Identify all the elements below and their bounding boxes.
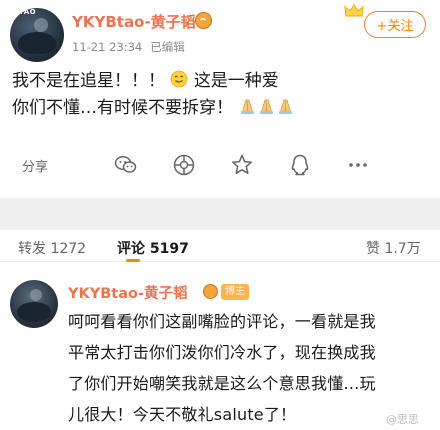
comment-avatar[interactable] — [10, 280, 58, 328]
moments-icon[interactable] — [172, 153, 196, 177]
author-name[interactable]: YKYBtao-黄子韬 — [72, 11, 196, 32]
comment-body: 呵呵看看你们这副嘴脸的评论，一看就是我 平常太打击你们泼你们冷水了，现在换成我 … — [68, 306, 428, 430]
post-body: 我不是在追星！！！ 这是一种爱 你们不懂…有时候不要拆穿！ — [12, 68, 296, 122]
crown-icon — [344, 3, 364, 17]
post-text-line1: 我不是在追星！！！ — [12, 71, 165, 91]
post-time: 11-21 23:34 — [72, 40, 143, 54]
share-label: 分享 — [22, 160, 49, 175]
comment-line: 平常太打击你们泼你们冷水了，现在换成我 — [68, 343, 376, 362]
active-tab-indicator — [126, 259, 140, 262]
comment-line: 了你们开始嘲笑我就是这么个意思我懂…玩 — [68, 374, 376, 393]
comment-author-name[interactable]: YKYBtao-黄子韬 — [68, 282, 187, 303]
tab-like[interactable]: 赞 1.7万 — [366, 238, 421, 258]
vip-badge-icon — [203, 284, 218, 299]
follow-button[interactable]: +关注 — [364, 11, 426, 38]
author-avatar[interactable]: TAO — [10, 8, 64, 62]
pray-emoji-icon — [241, 99, 293, 114]
interaction-tabs: 转发 1272 评论 5197 赞 1.7万 — [0, 232, 440, 262]
more-icon[interactable] — [346, 153, 370, 177]
tab-repost[interactable]: 转发 1272 — [18, 238, 86, 258]
avatar-tag: TAO — [19, 8, 37, 16]
edited-label[interactable]: 已编辑 — [150, 40, 185, 54]
smile-emoji-icon — [171, 70, 188, 88]
vip-badge-icon — [195, 12, 212, 29]
post-text-line1b: 这是一种爱 — [193, 71, 279, 91]
wechat-icon[interactable] — [114, 153, 138, 177]
comment-line: 儿很大！今天不敬礼salute了！ — [68, 405, 297, 424]
comment-line: 呵呵看看你们这副嘴脸的评论，一看就是我 — [68, 312, 376, 331]
qzone-icon[interactable] — [230, 153, 254, 177]
tab-comment[interactable]: 评论 5197 — [117, 238, 189, 258]
post-header: TAO YKYBtao-黄子韬 11-21 23:34 已编辑 +关注 — [0, 0, 440, 66]
post-meta: 11-21 23:34 已编辑 — [72, 39, 185, 55]
watermark: @思思 — [386, 413, 419, 426]
author-badge: 博主 — [221, 284, 249, 300]
post-text-line2: 你们不懂…有时候不要拆穿！ — [12, 98, 233, 118]
share-row: 分享 — [0, 147, 440, 183]
section-divider — [0, 198, 440, 230]
qq-icon[interactable] — [288, 153, 312, 177]
